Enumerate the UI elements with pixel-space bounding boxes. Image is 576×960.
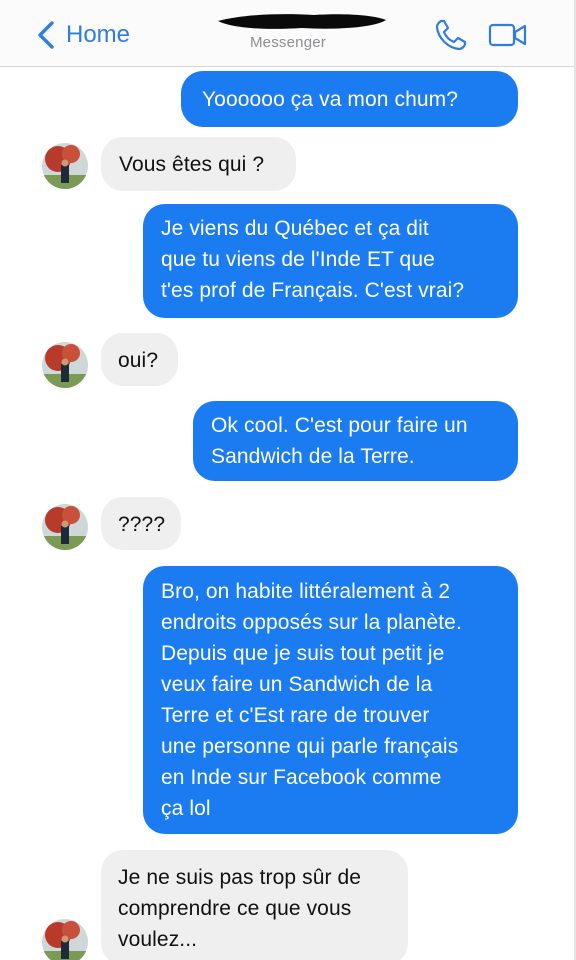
- video-camera-icon: [488, 23, 527, 47]
- conversation: Yoooooo ça va mon chum? Vous êtes qui ? …: [0, 67, 576, 960]
- video-call-button[interactable]: [488, 22, 528, 48]
- message-bubble-sent[interactable]: Bro, on habite littéralement à 2 endroit…: [143, 566, 518, 834]
- contact-avatar[interactable]: [42, 504, 88, 550]
- message-bubble-received[interactable]: oui?: [101, 333, 178, 386]
- contact-avatar[interactable]: [42, 919, 88, 960]
- message-bubble-received[interactable]: Je ne suis pas trop sûr de comprendre ce…: [101, 850, 408, 960]
- contact-avatar[interactable]: [42, 342, 88, 388]
- phone-icon: [435, 19, 467, 51]
- contact-avatar[interactable]: [42, 143, 88, 189]
- chat-header: Home Messenger: [0, 0, 576, 67]
- message-bubble-sent[interactable]: Ok cool. C'est pour faire un Sandwich de…: [193, 401, 518, 481]
- contact-name-redaction: [214, 10, 390, 32]
- call-button[interactable]: [434, 18, 468, 52]
- message-bubble-received[interactable]: Vous êtes qui ?: [101, 137, 296, 191]
- avatar-photo: [42, 342, 88, 388]
- avatar-photo: [42, 919, 88, 960]
- avatar-photo: [42, 143, 88, 189]
- message-bubble-sent[interactable]: Yoooooo ça va mon chum?: [181, 71, 518, 127]
- messenger-screen: Home Messenger Yoooooo ça va mon chum? V…: [0, 0, 576, 960]
- message-bubble-received[interactable]: ????: [101, 497, 181, 550]
- avatar-photo: [42, 504, 88, 550]
- message-bubble-sent[interactable]: Je viens du Québec et ça dit que tu vien…: [143, 204, 518, 318]
